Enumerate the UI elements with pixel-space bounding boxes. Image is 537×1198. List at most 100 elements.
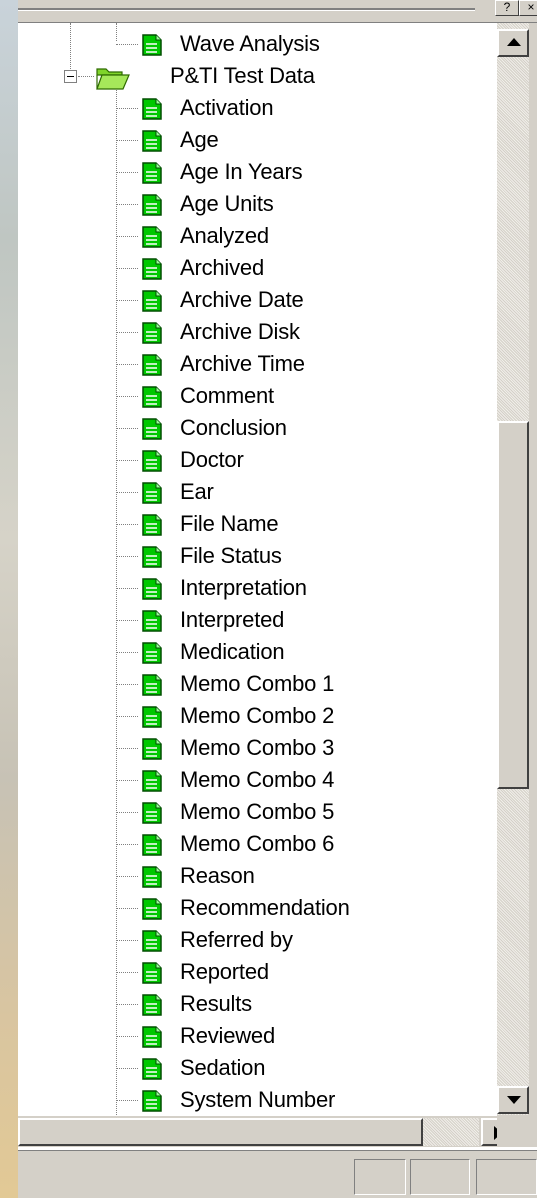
tree-item-label: Age In Years — [180, 159, 303, 184]
tree-item[interactable]: Memo Combo 3 — [18, 732, 497, 764]
document-icon — [142, 1090, 162, 1112]
open-folder-icon — [96, 68, 130, 90]
tree-item-label: Ear — [180, 479, 214, 504]
document-icon — [142, 1058, 162, 1080]
tree-item[interactable]: Age In Years — [18, 156, 497, 188]
document-icon — [142, 162, 162, 184]
tree-item-label: Interpreted — [180, 607, 285, 632]
tree-item[interactable]: Sedation — [18, 1052, 497, 1084]
tree-item[interactable]: Archive Date — [18, 284, 497, 316]
tree-item[interactable]: System Number — [18, 1084, 497, 1115]
document-icon — [142, 674, 162, 696]
document-icon — [142, 578, 162, 600]
tree-item[interactable]: File Name — [18, 508, 497, 540]
scroll-up-button[interactable] — [497, 29, 529, 57]
tree-item[interactable]: File Status — [18, 540, 497, 572]
document-icon — [142, 642, 162, 664]
help-button[interactable]: ? — [495, 0, 519, 16]
status-panel — [476, 1159, 537, 1195]
scroll-down-button[interactable] — [497, 1086, 529, 1114]
tree-item[interactable]: Reason — [18, 860, 497, 892]
tree-item[interactable]: Interpreted — [18, 604, 497, 636]
tree-item[interactable]: Memo Combo 2 — [18, 700, 497, 732]
document-icon — [142, 34, 162, 56]
tree-item-label: Referred by — [180, 927, 293, 952]
tree-item[interactable]: Conclusion — [18, 412, 497, 444]
tree-item-label: Reviewed — [180, 1023, 276, 1048]
tree-item-label: Activation — [180, 95, 274, 120]
window-frame-edge — [529, 23, 537, 1115]
horizontal-scroll-thumb[interactable] — [18, 1118, 423, 1146]
tree-item[interactable]: Reported — [18, 956, 497, 988]
tree-item[interactable]: Archive Disk — [18, 316, 497, 348]
tree-item[interactable]: Memo Combo 1 — [18, 668, 497, 700]
tree-item-label: Age — [180, 127, 219, 152]
tree-item[interactable]: Recommendation — [18, 892, 497, 924]
scrollbar-corner — [497, 1115, 537, 1147]
tree-item[interactable]: Comment — [18, 380, 497, 412]
tree-item-label: System Number — [180, 1087, 336, 1112]
tree-item[interactable]: Results — [18, 988, 497, 1020]
tree-item-label: File Status — [180, 543, 282, 568]
tree-item-label: Archive Time — [180, 351, 305, 376]
folder-label: P&TI Test Data — [170, 63, 315, 88]
down-arrow-icon — [507, 1096, 521, 1104]
tree-item[interactable]: Interpretation — [18, 572, 497, 604]
document-icon — [142, 738, 162, 760]
tree-item-label: Archive Disk — [180, 319, 300, 344]
tree-item[interactable]: Wave Analysis — [18, 28, 497, 60]
document-icon — [142, 1026, 162, 1048]
tree-item-label: Memo Combo 1 — [180, 671, 335, 696]
tree-item[interactable]: Analyzed — [18, 220, 497, 252]
document-icon — [142, 322, 162, 344]
tree-item[interactable]: Ear — [18, 476, 497, 508]
tree-item-label: Archived — [180, 255, 264, 280]
tree-item-label: Memo Combo 3 — [180, 735, 335, 760]
tree-item[interactable]: Memo Combo 6 — [18, 828, 497, 860]
document-icon — [142, 354, 162, 376]
horizontal-scroll-track[interactable] — [423, 1118, 479, 1146]
tree-item[interactable]: Memo Combo 4 — [18, 764, 497, 796]
tree-item[interactable]: Reviewed — [18, 1020, 497, 1052]
tree-item-label: Sedation — [180, 1055, 266, 1080]
vertical-scrollbar[interactable] — [497, 23, 529, 1115]
tree-folder-ptti-test-data[interactable]: P&TI Test Data — [18, 60, 497, 92]
document-icon — [142, 898, 162, 920]
document-icon — [142, 770, 162, 792]
status-panel — [410, 1159, 470, 1195]
vertical-scroll-thumb[interactable] — [497, 420, 529, 789]
tree-item-label: Age Units — [180, 191, 274, 216]
document-icon — [142, 194, 162, 216]
document-icon — [142, 610, 162, 632]
tree-view[interactable]: Wave Analysis P&TI Test Data Activation A… — [18, 23, 497, 1115]
horizontal-scrollbar[interactable] — [18, 1115, 515, 1147]
tree-item[interactable]: Doctor — [18, 444, 497, 476]
document-icon — [142, 258, 162, 280]
collapse-toggle-icon[interactable] — [64, 70, 77, 83]
tree-item[interactable]: Memo Combo 5 — [18, 796, 497, 828]
status-panel — [354, 1159, 406, 1195]
tree-item[interactable]: Referred by — [18, 924, 497, 956]
window-top-bar: ? × — [18, 0, 537, 23]
document-icon — [142, 290, 162, 312]
document-icon — [142, 962, 162, 984]
tree-item[interactable]: Archived — [18, 252, 497, 284]
tree-item-label: Reported — [180, 959, 269, 984]
tree-item-label: File Name — [180, 511, 279, 536]
tree-item-label: Reason — [180, 863, 255, 888]
document-icon — [142, 834, 162, 856]
tree-item[interactable]: Age Units — [18, 188, 497, 220]
tree-item-label: Memo Combo 2 — [180, 703, 335, 728]
tree-item-label: Memo Combo 4 — [180, 767, 335, 792]
tree-item[interactable]: Age — [18, 124, 497, 156]
tree-item[interactable]: Archive Time — [18, 348, 497, 380]
document-icon — [142, 130, 162, 152]
document-icon — [142, 546, 162, 568]
tree-item[interactable]: Medication — [18, 636, 497, 668]
tree-item-label: Memo Combo 6 — [180, 831, 335, 856]
tree-item[interactable]: Activation — [18, 92, 497, 124]
document-icon — [142, 98, 162, 120]
document-icon — [142, 514, 162, 536]
tree-item-label: Analyzed — [180, 223, 269, 248]
close-button[interactable]: × — [519, 0, 537, 16]
